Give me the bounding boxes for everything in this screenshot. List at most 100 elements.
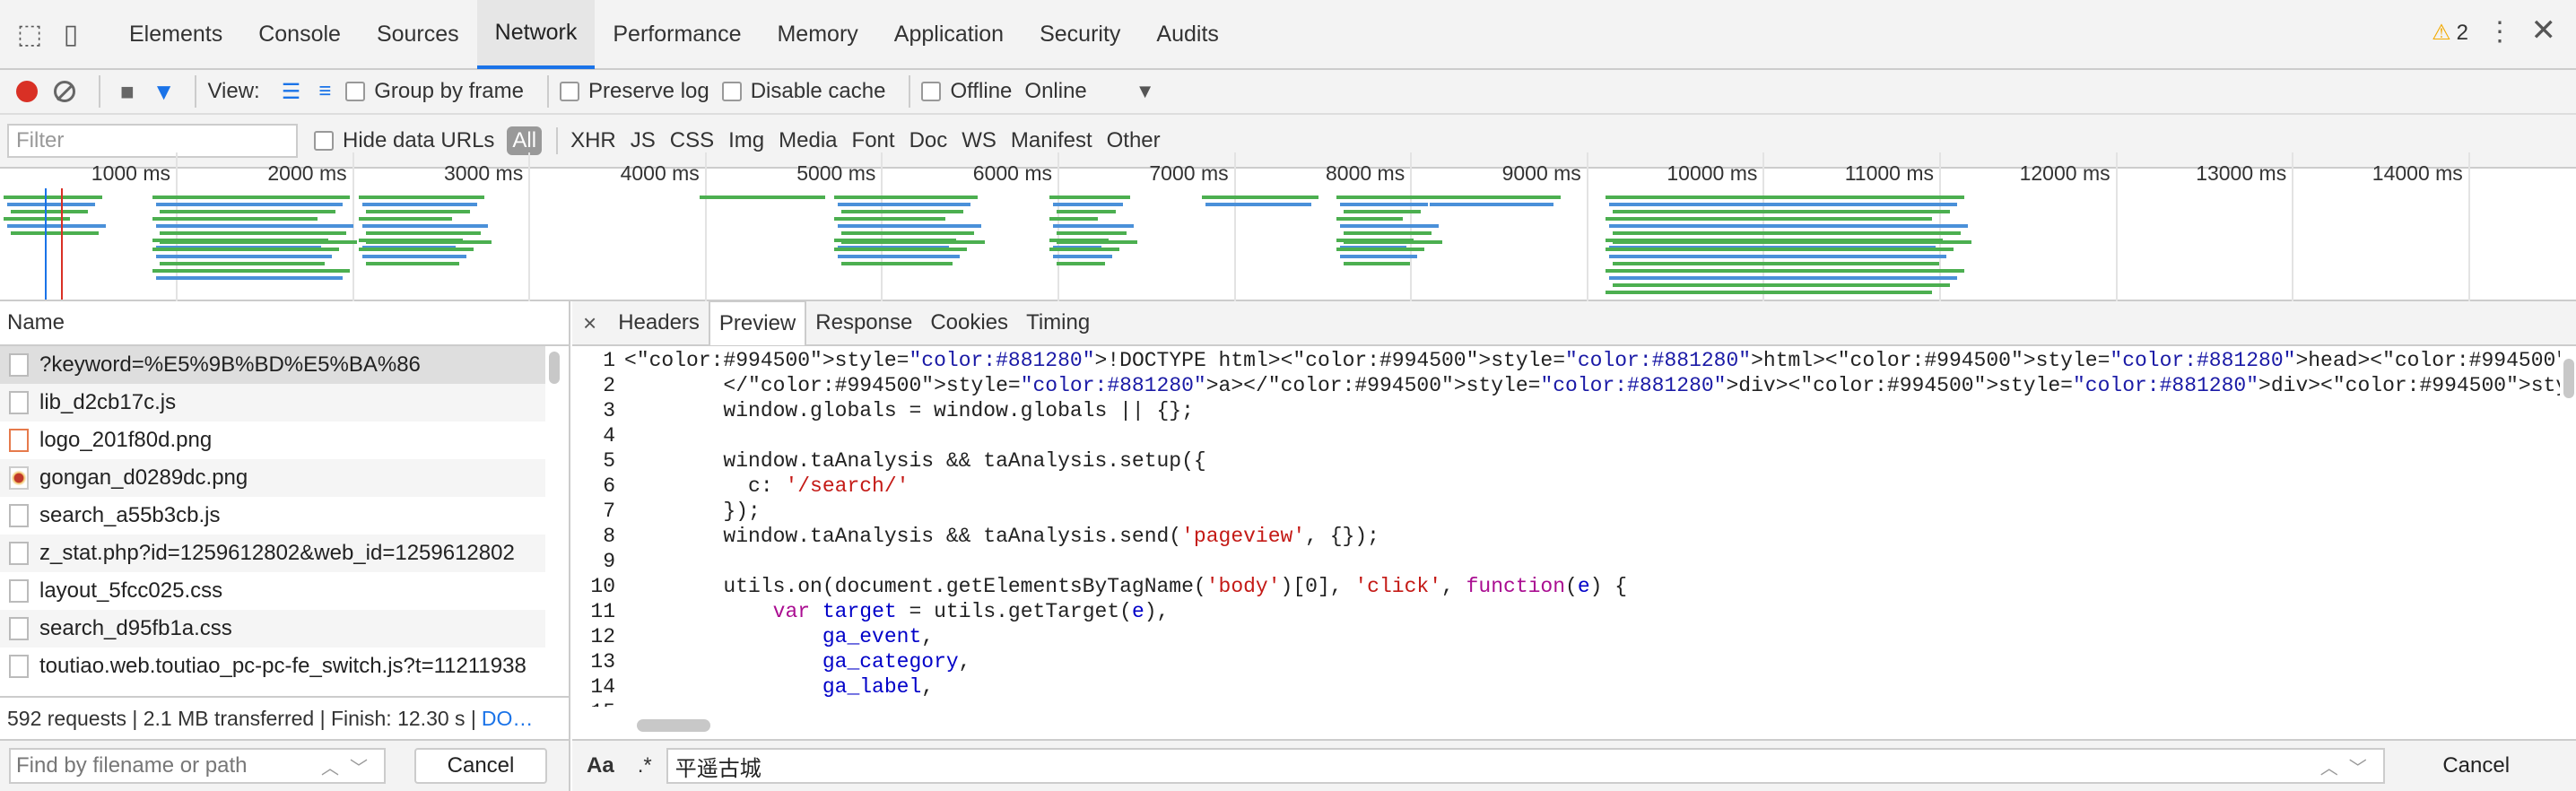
tab-console[interactable]: Console <box>240 0 359 69</box>
image-file-icon <box>9 466 29 490</box>
overview-request-bar <box>11 210 88 213</box>
throttling-select[interactable]: Online <box>1024 79 1086 104</box>
tab-application[interactable]: Application <box>876 0 1022 69</box>
device-toolbar-icon[interactable]: ▯ <box>52 15 90 53</box>
tab-sources[interactable]: Sources <box>359 0 477 69</box>
tab-performance[interactable]: Performance <box>595 0 759 69</box>
request-row[interactable]: gongan_d0289dc.png <box>0 459 545 497</box>
type-filter-manifest[interactable]: Manifest <box>1011 128 1092 153</box>
code-text: ga_event, <box>822 625 935 648</box>
hide-data-urls-checkbox[interactable] <box>314 131 334 151</box>
list-scrollbar[interactable] <box>549 352 560 384</box>
hide-data-urls-label: Hide data URLs <box>343 128 495 152</box>
more-options-icon[interactable]: ⋮ <box>2486 16 2513 48</box>
type-filter-img[interactable]: Img <box>728 128 764 153</box>
overview-gridline <box>704 152 707 301</box>
type-filter-ws[interactable]: WS <box>962 128 996 153</box>
preserve-log-checkbox[interactable] <box>559 82 579 101</box>
tab-security[interactable]: Security <box>1022 0 1138 69</box>
large-rows-icon[interactable]: ☰ <box>282 79 301 105</box>
overview-request-bar <box>1606 196 1964 199</box>
overview-request-bar <box>834 217 945 221</box>
match-case-toggle[interactable]: Aa <box>587 753 614 778</box>
group-by-frame-checkbox[interactable] <box>345 82 366 101</box>
cancel-file-search-button[interactable]: Cancel <box>414 748 547 784</box>
content-search-input[interactable]: 平遥古城 ︿﹀ <box>666 748 2385 784</box>
request-name: layout_5fcc025.css <box>39 578 223 603</box>
search-nav-arrows-icon[interactable]: ︿﹀ <box>321 753 379 779</box>
preview-vertical-scrollbar[interactable] <box>2563 359 2574 398</box>
cancel-content-search-button[interactable]: Cancel <box>2405 748 2548 784</box>
overview-request-bar <box>838 255 960 258</box>
type-filter-all[interactable]: All <box>507 126 543 155</box>
find-by-filename-input[interactable]: Find by filename or path ︿﹀ <box>9 748 386 784</box>
overview-request-bar <box>7 203 95 206</box>
overview-request-bar <box>7 224 106 228</box>
overview-request-bar <box>359 196 484 199</box>
warnings-indicator[interactable]: ⚠ 2 <box>2432 20 2468 46</box>
throttling-dropdown-icon[interactable]: ▼ <box>1136 80 1155 103</box>
detail-tabs: × Headers Preview Response Cookies Timing <box>572 300 2576 346</box>
preview-code-view[interactable]: 1 <"color:#994500">style="color:#881280">… <box>572 348 2560 707</box>
detail-tab-response[interactable]: Response <box>806 300 921 345</box>
overview-request-bar <box>1336 196 1435 199</box>
timeline-overview[interactable]: 1000 ms 2000 ms 3000 ms 4000 ms 5000 ms 6000 … <box>0 152 2576 301</box>
request-row[interactable]: search_d95fb1a.css <box>0 610 545 648</box>
request-row[interactable]: z_stat.php?id=1259612802&web_id=12596128… <box>0 535 545 572</box>
code-line: 13 ga_category, <box>572 649 2560 674</box>
clear-button[interactable] <box>54 81 75 102</box>
divider <box>546 75 549 108</box>
type-filter-doc[interactable]: Doc <box>909 128 948 153</box>
inspect-element-icon[interactable]: ⬚ <box>11 15 48 53</box>
filter-funnel-icon[interactable]: ▼ <box>152 78 176 106</box>
overview-request-bar <box>1606 217 1932 221</box>
detail-tab-timing[interactable]: Timing <box>1017 300 1099 345</box>
close-devtools-icon[interactable]: ✕ <box>2531 13 2557 48</box>
tab-elements[interactable]: Elements <box>111 0 240 69</box>
type-filter-xhr[interactable]: XHR <box>570 128 616 153</box>
request-row[interactable]: logo_201f80d.png <box>0 422 545 459</box>
overview-request-bar <box>1613 283 1950 287</box>
tab-network[interactable]: Network <box>476 0 596 69</box>
request-row[interactable]: ?keyword=%E5%9B%BD%E5%BA%86 <box>0 346 545 384</box>
record-button[interactable] <box>16 81 38 102</box>
overview-tick-label: 4000 ms <box>620 161 700 185</box>
request-row[interactable]: lib_d2cb17c.js <box>0 384 545 422</box>
overview-request-bar <box>841 210 963 213</box>
type-filter-css[interactable]: CSS <box>670 128 714 153</box>
regex-toggle[interactable]: .* <box>638 753 652 778</box>
tab-memory[interactable]: Memory <box>759 0 875 69</box>
type-filter-font[interactable]: Font <box>852 128 895 153</box>
request-row[interactable]: layout_5fcc025.css <box>0 572 545 610</box>
type-filter-other[interactable]: Other <box>1107 128 1161 153</box>
preview-horizontal-scrollbar[interactable] <box>637 719 710 732</box>
detail-tab-cookies[interactable]: Cookies <box>921 300 1017 345</box>
request-name: lib_d2cb17c.js <box>39 390 177 414</box>
overview-request-bar <box>160 262 325 265</box>
request-row[interactable]: search_a55b3cb.js <box>0 497 545 535</box>
screenshot-camera-icon[interactable]: ■ <box>120 78 135 106</box>
waterfall-overview-icon[interactable]: ≡ <box>318 79 331 104</box>
type-filter-js[interactable]: JS <box>631 128 656 153</box>
request-name: toutiao.web.toutiao_pc-pc-fe_switch.js?t… <box>39 654 527 678</box>
detail-tab-headers[interactable]: Headers <box>609 300 709 345</box>
tab-audits[interactable]: Audits <box>1138 0 1236 69</box>
image-file-icon <box>9 429 29 452</box>
request-name: z_stat.php?id=1259612802&web_id=12596128… <box>39 541 515 565</box>
overview-request-bar <box>11 231 99 235</box>
code-text: window.taAnalysis && taAnalysis.setup({ <box>624 449 1206 473</box>
type-filter-media[interactable]: Media <box>779 128 837 153</box>
close-detail-icon[interactable]: × <box>583 309 596 337</box>
offline-checkbox[interactable] <box>921 82 942 101</box>
overview-request-bar <box>1057 240 1137 244</box>
overview-request-bar <box>841 262 953 265</box>
request-row[interactable]: toutiao.web.toutiao_pc-pc-fe_switch.js?t… <box>0 648 545 685</box>
code-line: 7 }); <box>572 499 2560 524</box>
load-marker <box>61 188 63 300</box>
name-column-header[interactable]: Name <box>0 301 569 346</box>
disable-cache-checkbox[interactable] <box>721 82 742 101</box>
overview-request-bar <box>362 224 488 228</box>
overview-tick-label: 14000 ms <box>2371 161 2463 185</box>
detail-tab-preview[interactable]: Preview <box>708 300 807 345</box>
search-nav-arrows-icon[interactable]: ︿﹀ <box>2320 753 2378 779</box>
